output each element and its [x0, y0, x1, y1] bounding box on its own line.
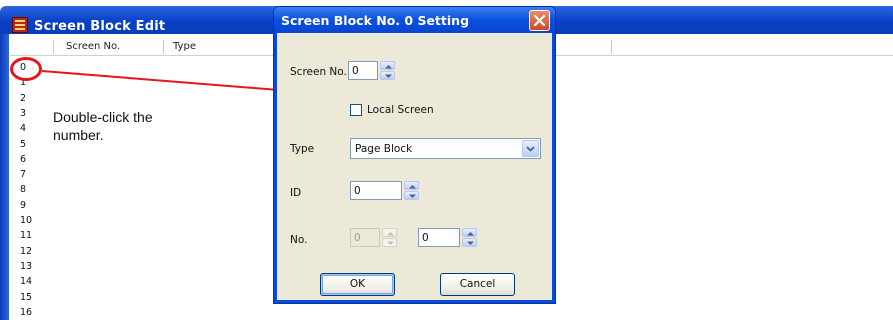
spin-up-button [382, 228, 397, 237]
spin-up-button[interactable] [462, 228, 477, 237]
triangle-up-icon [467, 232, 474, 236]
no-field-2[interactable]: 0 [418, 228, 460, 247]
close-x-icon [534, 15, 545, 26]
triangle-up-icon [387, 232, 394, 236]
row-number[interactable]: 4 [20, 123, 26, 134]
cancel-button[interactable]: Cancel [440, 273, 515, 296]
no-field-1: 0 [350, 228, 380, 247]
instruction-line-1: Double-click the [53, 109, 153, 125]
dialog-title: Screen Block No. 0 Setting [281, 13, 470, 28]
screen-block-app-icon [12, 17, 28, 33]
window-title: Screen Block Edit [34, 19, 166, 34]
row-number[interactable]: 16 [20, 307, 32, 318]
triangle-down-icon [467, 241, 474, 245]
row-number[interactable]: 6 [20, 154, 26, 165]
local-screen-label[interactable]: Local Screen [367, 104, 434, 116]
spin-down-button[interactable] [380, 71, 395, 80]
id-field[interactable]: 0 [350, 181, 402, 200]
triangle-up-icon [385, 65, 392, 69]
id-label: ID [290, 187, 302, 199]
screen-no-field[interactable]: 0 [348, 61, 378, 80]
row-number[interactable]: 8 [20, 184, 26, 195]
row-number[interactable]: 2 [20, 93, 26, 104]
row-number[interactable]: 10 [20, 215, 32, 226]
spin-up-button[interactable] [380, 61, 395, 70]
dialog-titlebar[interactable]: Screen Block No. 0 Setting [274, 7, 555, 33]
column-header-type[interactable]: Type [173, 41, 196, 52]
id-spinner[interactable] [404, 181, 419, 200]
row-number[interactable]: 7 [20, 169, 26, 180]
spin-up-button[interactable] [404, 181, 419, 190]
ok-button[interactable]: OK [320, 273, 395, 296]
row-number[interactable]: 9 [20, 200, 26, 211]
window-left-border [0, 34, 9, 320]
no-label: No. [290, 234, 308, 246]
screen-no-label: Screen No. [290, 66, 347, 78]
row-number[interactable]: 3 [20, 108, 26, 119]
column-separator[interactable] [611, 40, 612, 54]
row-number[interactable]: 12 [20, 246, 32, 257]
instruction-line-2: number. [53, 127, 104, 143]
row-number[interactable]: 5 [20, 139, 26, 150]
type-label: Type [290, 143, 315, 155]
spin-down-button[interactable] [462, 238, 477, 247]
column-header-screen-no[interactable]: Screen No. [66, 41, 120, 52]
screen-no-spinner[interactable] [380, 61, 395, 80]
screen-block-setting-dialog: Screen Block No. 0 Setting Screen No. 0 … [273, 6, 556, 304]
type-select-value: Page Block [355, 143, 413, 155]
row-number[interactable]: 11 [20, 230, 32, 241]
type-dropdown-button[interactable] [522, 140, 539, 157]
triangle-up-icon [409, 185, 416, 189]
chevron-down-icon [526, 146, 535, 152]
type-select[interactable]: Page Block [350, 138, 541, 159]
spin-down-button[interactable] [404, 191, 419, 200]
spin-down-button [382, 238, 397, 247]
row-number[interactable]: 15 [20, 292, 32, 303]
callout-circle [10, 57, 42, 81]
row-number[interactable]: 14 [20, 276, 32, 287]
local-screen-checkbox[interactable] [350, 104, 362, 116]
no-spinner-1 [382, 228, 397, 247]
row-number[interactable]: 13 [20, 261, 32, 272]
column-separator[interactable] [163, 40, 164, 54]
triangle-down-icon [387, 241, 394, 245]
column-separator[interactable] [53, 40, 54, 54]
close-button[interactable] [529, 10, 550, 31]
triangle-down-icon [385, 74, 392, 78]
no-spinner-2[interactable] [462, 228, 477, 247]
instruction-note: Double-click the number. [53, 108, 213, 144]
triangle-down-icon [409, 194, 416, 198]
